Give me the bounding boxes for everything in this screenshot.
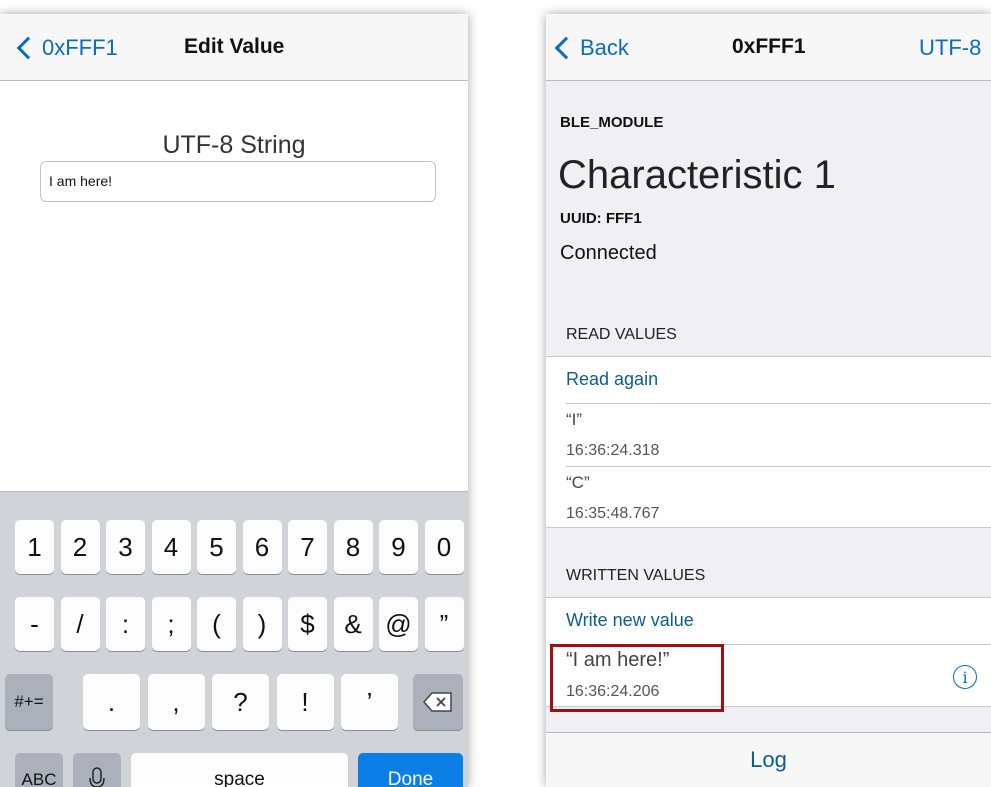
key[interactable]: :: [106, 597, 145, 651]
page-title: Edit Value: [184, 35, 285, 58]
key[interactable]: ’: [341, 674, 398, 730]
backspace-icon: [423, 692, 452, 712]
chevron-left-icon: [16, 36, 40, 60]
key[interactable]: 9: [379, 520, 418, 574]
key[interactable]: (: [197, 597, 236, 651]
back-label: 0xFFF1: [42, 35, 118, 60]
list-item: “C” 16:35:48.767: [566, 467, 991, 527]
abc-key[interactable]: ABC: [15, 753, 63, 787]
characteristic-title: Characteristic 1: [558, 153, 836, 197]
key[interactable]: ”: [424, 597, 464, 651]
key[interactable]: -: [15, 597, 54, 651]
key[interactable]: 7: [288, 520, 327, 574]
nav-bar: 0xFFF1 Edit Value: [0, 14, 468, 81]
key[interactable]: @: [379, 597, 418, 651]
key[interactable]: 2: [60, 520, 100, 574]
back-button[interactable]: 0xFFF1: [14, 35, 118, 61]
done-key[interactable]: Done: [358, 753, 463, 787]
edit-value-screen: 0xFFF1 Edit Value UTF-8 String I am here…: [0, 14, 468, 787]
nav-bar: Back 0xFFF1 UTF-8: [546, 14, 991, 81]
key[interactable]: ): [242, 597, 282, 651]
key[interactable]: 6: [242, 520, 282, 574]
tab-bar: Log: [546, 732, 991, 787]
key[interactable]: ;: [151, 597, 191, 651]
write-new-value-row[interactable]: Write new value: [566, 598, 991, 645]
key[interactable]: ,: [147, 674, 205, 730]
key[interactable]: 4: [151, 520, 191, 574]
key[interactable]: ?: [212, 674, 269, 730]
connection-status: Connected: [560, 242, 657, 264]
characteristic-screen: Back 0xFFF1 UTF-8 BLE_MODULE Characteris…: [546, 14, 991, 787]
microphone-key[interactable]: [73, 753, 121, 787]
read-timestamp: 16:36:24.318: [566, 442, 660, 459]
keyboard: 1234567890 - /:;() $ & @” #+= .,?!’ ABC spac…: [0, 491, 468, 787]
read-value: “I”: [566, 410, 583, 429]
list-item: “I” 16:36:24.318: [566, 404, 991, 467]
read-again-link[interactable]: Read again: [566, 369, 658, 390]
back-label: Back: [580, 35, 629, 60]
key[interactable]: .: [83, 674, 140, 730]
written-values-header: WRITTEN VALUES: [566, 567, 706, 584]
format-button[interactable]: UTF-8: [919, 35, 981, 61]
key[interactable]: 3: [106, 520, 145, 574]
tab-log[interactable]: Log: [750, 747, 787, 773]
symbols-key[interactable]: #+=: [5, 674, 53, 730]
info-icon[interactable]: i: [953, 665, 977, 689]
space-key[interactable]: space: [131, 753, 348, 787]
key[interactable]: /: [60, 597, 100, 651]
read-value: “C”: [566, 473, 590, 492]
highlight-box: [550, 644, 724, 712]
read-values-header: READ VALUES: [566, 326, 677, 343]
key[interactable]: &: [333, 597, 373, 651]
write-new-value-link[interactable]: Write new value: [566, 610, 694, 631]
read-timestamp: 16:35:48.767: [566, 505, 660, 522]
key[interactable]: 8: [333, 520, 373, 574]
back-button[interactable]: Back: [552, 35, 629, 61]
backspace-key[interactable]: [413, 674, 463, 730]
read-again-row[interactable]: Read again: [566, 357, 991, 404]
key[interactable]: $: [288, 597, 327, 651]
section-heading: UTF-8 String: [162, 131, 306, 159]
key[interactable]: 5: [197, 520, 236, 574]
read-values-group: Read again “I” 16:36:24.318 “C” 16:35:48…: [546, 356, 991, 528]
key[interactable]: 0: [424, 520, 464, 574]
edit-area: UTF-8 String I am here!: [0, 81, 468, 491]
device-name: BLE_MODULE: [560, 114, 664, 131]
page-title: 0xFFF1: [732, 35, 806, 58]
key[interactable]: !: [276, 674, 334, 730]
microphone-icon: [89, 767, 105, 787]
uuid-label: UUID: FFF1: [560, 210, 642, 227]
key[interactable]: 1: [15, 520, 54, 574]
value-input[interactable]: I am here!: [40, 161, 436, 202]
chevron-left-icon: [554, 36, 578, 60]
